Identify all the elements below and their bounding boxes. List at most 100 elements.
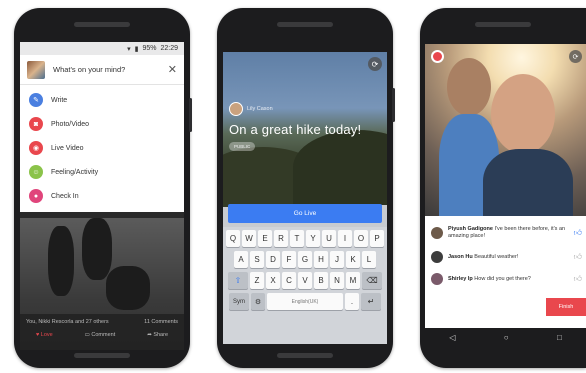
space-key[interactable]: English(UK) (267, 293, 343, 310)
key-a[interactable]: A (234, 251, 248, 268)
earpiece (475, 22, 531, 27)
live-video-feed: ⟳ (425, 44, 586, 229)
phone-go-live: ⟳ Lily Cason On a great hike today! PUBL… (217, 8, 395, 368)
key-v[interactable]: V (298, 272, 312, 289)
commenter-name: Piyush Gadigone (448, 226, 493, 232)
key-u[interactable]: U (322, 230, 336, 247)
photo-shape (48, 226, 74, 296)
menu-item-live-video[interactable]: ◉ Live Video (20, 136, 184, 160)
enter-key[interactable]: ↵ (361, 293, 381, 310)
screen-live: ⟳ Piyush Gadigone I've been there before… (425, 44, 586, 328)
period-key[interactable]: . (345, 293, 359, 310)
phone-composer: ▾ ▮ 95% 22:29 What's on your mind? ✕ ✎ W… (14, 8, 192, 368)
stage: ▾ ▮ 95% 22:29 What's on your mind? ✕ ✎ W… (0, 0, 586, 373)
post-author: Lily Cason (229, 102, 273, 116)
thumbs-up-icon[interactable]: 👍︎ (574, 252, 582, 262)
sym-key[interactable]: Sym (229, 293, 249, 310)
menu-item-label: Write (51, 96, 68, 104)
power-button (189, 98, 192, 132)
settings-key-icon[interactable]: ⚙ (251, 293, 265, 310)
avatar (431, 227, 443, 239)
comment-button[interactable]: ▭ Comment (85, 332, 116, 338)
key-h[interactable]: H (314, 251, 328, 268)
author-name: Lily Cason (247, 106, 273, 112)
menu-item-label: Feeling/Activity (51, 168, 99, 176)
live-comments: Piyush Gadigone I've been there before, … (425, 216, 586, 328)
key-e[interactable]: E (258, 230, 272, 247)
comment-count[interactable]: 11 Comments (144, 319, 178, 325)
close-icon[interactable]: ✕ (168, 63, 177, 76)
post-options-menu: ✎ Write ◙ Photo/Video ◉ Live Video ☺ Fee… (20, 85, 184, 212)
reaction-summary[interactable]: You, Nikki Rescorla and 27 others (26, 319, 109, 325)
menu-item-photo-video[interactable]: ◙ Photo/Video (20, 112, 184, 136)
thumbs-up-icon[interactable]: 👍︎ (574, 274, 582, 284)
key-j[interactable]: J (330, 251, 344, 268)
key-z[interactable]: Z (250, 272, 264, 289)
menu-item-feeling-activity[interactable]: ☺ Feeling/Activity (20, 160, 184, 184)
love-button[interactable]: ♥ Love (36, 332, 53, 338)
phone-live-broadcast: ⟳ Piyush Gadigone I've been there before… (420, 8, 586, 368)
back-icon[interactable]: ◁ (449, 333, 455, 342)
comment-label: Comment (91, 332, 116, 338)
composer-bar[interactable]: What's on your mind? ✕ (20, 55, 184, 85)
share-button[interactable]: ➦ Share (147, 332, 168, 338)
key-s[interactable]: S (250, 251, 264, 268)
key-w[interactable]: W (242, 230, 256, 247)
live-video-icon: ◉ (29, 141, 43, 155)
go-live-button[interactable]: Go Live (228, 204, 382, 223)
key-l[interactable]: L (362, 251, 376, 268)
love-label: Love (40, 332, 53, 338)
earpiece (277, 22, 333, 27)
screen-composer: ▾ ▮ 95% 22:29 What's on your mind? ✕ ✎ W… (20, 42, 184, 350)
menu-item-check-in[interactable]: ● Check In (20, 184, 184, 208)
key-d[interactable]: D (266, 251, 280, 268)
location-pin-icon: ● (29, 189, 43, 203)
photo-shape (82, 218, 112, 280)
keyboard-row: ⇧ Z X C V B N M ⌫ (225, 272, 385, 289)
key-x[interactable]: X (266, 272, 280, 289)
composer-prompt[interactable]: What's on your mind? (53, 65, 168, 74)
android-nav-bar: ◁ ○ □ (425, 330, 586, 344)
key-t[interactable]: T (290, 230, 304, 247)
menu-item-write[interactable]: ✎ Write (20, 88, 184, 112)
comment-row: Jason Hu Beautiful weather! 👍︎ (425, 246, 586, 268)
shift-key[interactable]: ⇧ (228, 272, 248, 289)
home-icon[interactable]: ○ (504, 333, 509, 342)
key-i[interactable]: I (338, 230, 352, 247)
camera-icon: ◙ (29, 117, 43, 131)
commenter-name: Jason Hu (448, 253, 473, 260)
backspace-key[interactable]: ⌫ (362, 272, 382, 289)
key-r[interactable]: R (274, 230, 288, 247)
smiley-icon: ☺ (29, 165, 43, 179)
wifi-icon: ▾ (127, 45, 131, 53)
key-c[interactable]: C (282, 272, 296, 289)
key-b[interactable]: B (314, 272, 328, 289)
mountain-shape (293, 130, 387, 205)
person-face (447, 58, 491, 116)
speaker (277, 353, 333, 358)
commenter-name: Shirley Ip (448, 275, 473, 282)
comment-row: Shirley Ip How did you get there? 👍︎ (425, 268, 586, 290)
key-y[interactable]: Y (306, 230, 320, 247)
key-q[interactable]: Q (226, 230, 240, 247)
finish-button[interactable]: Finish (546, 298, 586, 316)
key-m[interactable]: M (346, 272, 360, 289)
audience-selector[interactable]: PUBLIC (229, 142, 256, 151)
thumbs-up-icon[interactable]: 👍︎ (574, 228, 582, 238)
post-title[interactable]: On a great hike today! (229, 122, 361, 137)
avatar (229, 102, 243, 116)
key-k[interactable]: K (346, 251, 360, 268)
key-g[interactable]: G (298, 251, 312, 268)
switch-camera-icon[interactable]: ⟳ (368, 57, 382, 71)
key-p[interactable]: P (370, 230, 384, 247)
recents-icon[interactable]: □ (557, 333, 562, 342)
share-label: Share (153, 332, 169, 338)
menu-item-label: Check In (51, 192, 79, 200)
comment-text: Jason Hu Beautiful weather! (448, 254, 574, 261)
battery-level: 95% (142, 45, 157, 52)
key-o[interactable]: O (354, 230, 368, 247)
switch-camera-icon[interactable]: ⟳ (569, 50, 582, 63)
key-f[interactable]: F (282, 251, 296, 268)
menu-item-label: Photo/Video (51, 120, 90, 128)
key-n[interactable]: N (330, 272, 344, 289)
